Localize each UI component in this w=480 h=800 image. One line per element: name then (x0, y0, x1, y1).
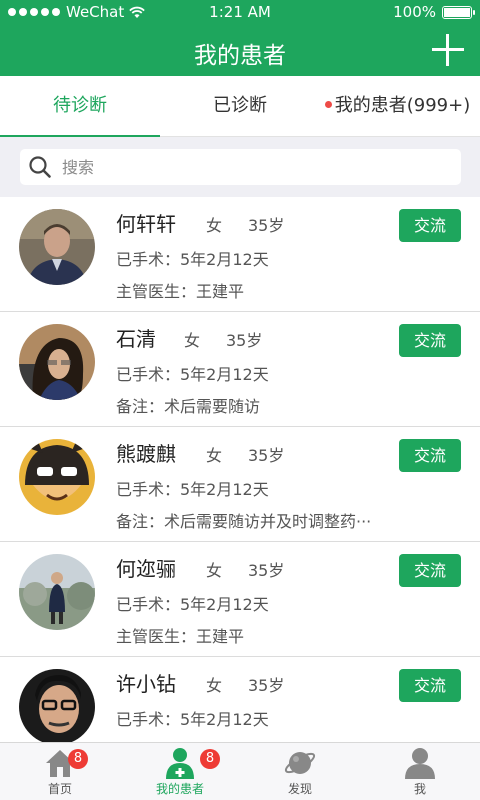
patient-gender: 女 (206, 676, 223, 695)
patient-gender: 女 (206, 446, 223, 465)
patient-name: 何迩骊 (116, 557, 176, 581)
bottom-tab-bar: 8 首页 8 我的患者 发现 我 (0, 742, 480, 800)
patient-name: 许小钻 (116, 672, 176, 696)
patient-extra: 主管医生：王建平 (116, 282, 245, 301)
tab-my-patients[interactable]: 我的患者(999+) (315, 76, 480, 137)
patient-extra: 备注：术后需要随访 (116, 397, 261, 416)
patient-row[interactable]: 何轩轩 女 35岁 已手术：5年2月12天 主管医生：王建平 交流 (0, 197, 480, 312)
search-input[interactable] (62, 153, 442, 181)
surgery-duration: 已手术：5年2月12天 (116, 710, 269, 729)
status-bar-right: 100% (393, 3, 475, 21)
search-box[interactable] (20, 149, 461, 185)
patient-gender: 女 (206, 216, 223, 235)
unread-dot (324, 100, 332, 108)
surgery-duration: 已手术：5年2月12天 (116, 480, 269, 499)
search-bar (0, 137, 480, 197)
surgery-duration: 已手术：5年2月12天 (116, 595, 269, 614)
battery-icon (442, 5, 475, 19)
chat-button[interactable]: 交流 (399, 554, 461, 587)
patient-name: 石清 (116, 327, 156, 351)
patient-name: 熊踱麒 (116, 442, 176, 466)
home-badge: 8 (68, 749, 88, 769)
patient-row[interactable]: 何迩骊 女 35岁 已手术：5年2月12天 主管医生：王建平 交流 (0, 542, 480, 657)
patient-list: 何轩轩 女 35岁 已手术：5年2月12天 主管医生：王建平 交流 石清 女 3… (0, 197, 480, 742)
nav-bar: 我的患者 (0, 24, 480, 76)
patient-row[interactable]: 石清 女 35岁 已手术：5年2月12天 备注：术后需要随访 交流 (0, 312, 480, 427)
tabbar-item-me[interactable]: 我 (360, 743, 480, 800)
surgery-duration: 已手术：5年2月12天 (116, 250, 269, 269)
profile-icon (405, 748, 435, 779)
page-title: 我的患者 (194, 43, 286, 69)
tab-pending[interactable]: 待诊断 (0, 76, 160, 138)
patients-badge: 8 (200, 749, 220, 769)
patient-gender: 女 (206, 561, 223, 580)
avatar (19, 209, 95, 285)
patient-gender: 女 (184, 331, 201, 350)
tabbar-label: 发现 (287, 782, 312, 796)
patient-age: 35岁 (248, 561, 285, 580)
patient-row[interactable]: 许小钻 女 35岁 已手术：5年2月12天 交流 (0, 657, 480, 742)
tabbar-item-home[interactable]: 8 首页 (0, 743, 120, 800)
patients-icon (166, 748, 194, 779)
patient-age: 35岁 (226, 331, 263, 350)
avatar (19, 669, 95, 742)
chat-button[interactable]: 交流 (399, 439, 461, 472)
surgery-duration: 已手术：5年2月12天 (116, 365, 269, 384)
tabbar-label: 我的患者 (155, 782, 204, 796)
discover-icon (284, 752, 316, 774)
patient-age: 35岁 (248, 216, 285, 235)
patient-age: 35岁 (248, 676, 285, 695)
patient-extra: 主管医生：王建平 (116, 627, 245, 646)
tabbar-label: 首页 (47, 782, 72, 796)
avatar (19, 324, 95, 400)
plus-icon[interactable] (432, 34, 464, 66)
chat-button[interactable]: 交流 (399, 209, 461, 242)
tabbar-item-discover[interactable]: 发现 (240, 743, 360, 800)
patient-age: 35岁 (248, 446, 285, 465)
avatar (19, 439, 95, 515)
tab-label: 我的患者(999+) (334, 95, 471, 116)
patient-name: 何轩轩 (116, 212, 176, 236)
battery-percent: 100% (393, 3, 436, 21)
chat-button[interactable]: 交流 (399, 324, 461, 357)
tab-diagnosed[interactable]: 已诊断 (160, 76, 320, 137)
segment-tabs: 待诊断 已诊断 我的患者(999+) (0, 76, 480, 138)
tabbar-item-patients[interactable]: 8 我的患者 (120, 743, 240, 800)
search-icon (29, 156, 51, 178)
tabbar-label: 我 (413, 782, 426, 796)
chat-button[interactable]: 交流 (399, 669, 461, 702)
patient-row[interactable]: 熊踱麒 女 35岁 已手术：5年2月12天 备注：术后需要随访并及时调整药···… (0, 427, 480, 542)
tab-label: 待诊断 (53, 95, 107, 116)
tab-label: 已诊断 (213, 95, 267, 116)
avatar (19, 554, 95, 630)
status-bar: WeChat 1:21 AM 100% (0, 0, 480, 24)
patient-extra: 备注：术后需要随访并及时调整药··· (116, 512, 372, 531)
